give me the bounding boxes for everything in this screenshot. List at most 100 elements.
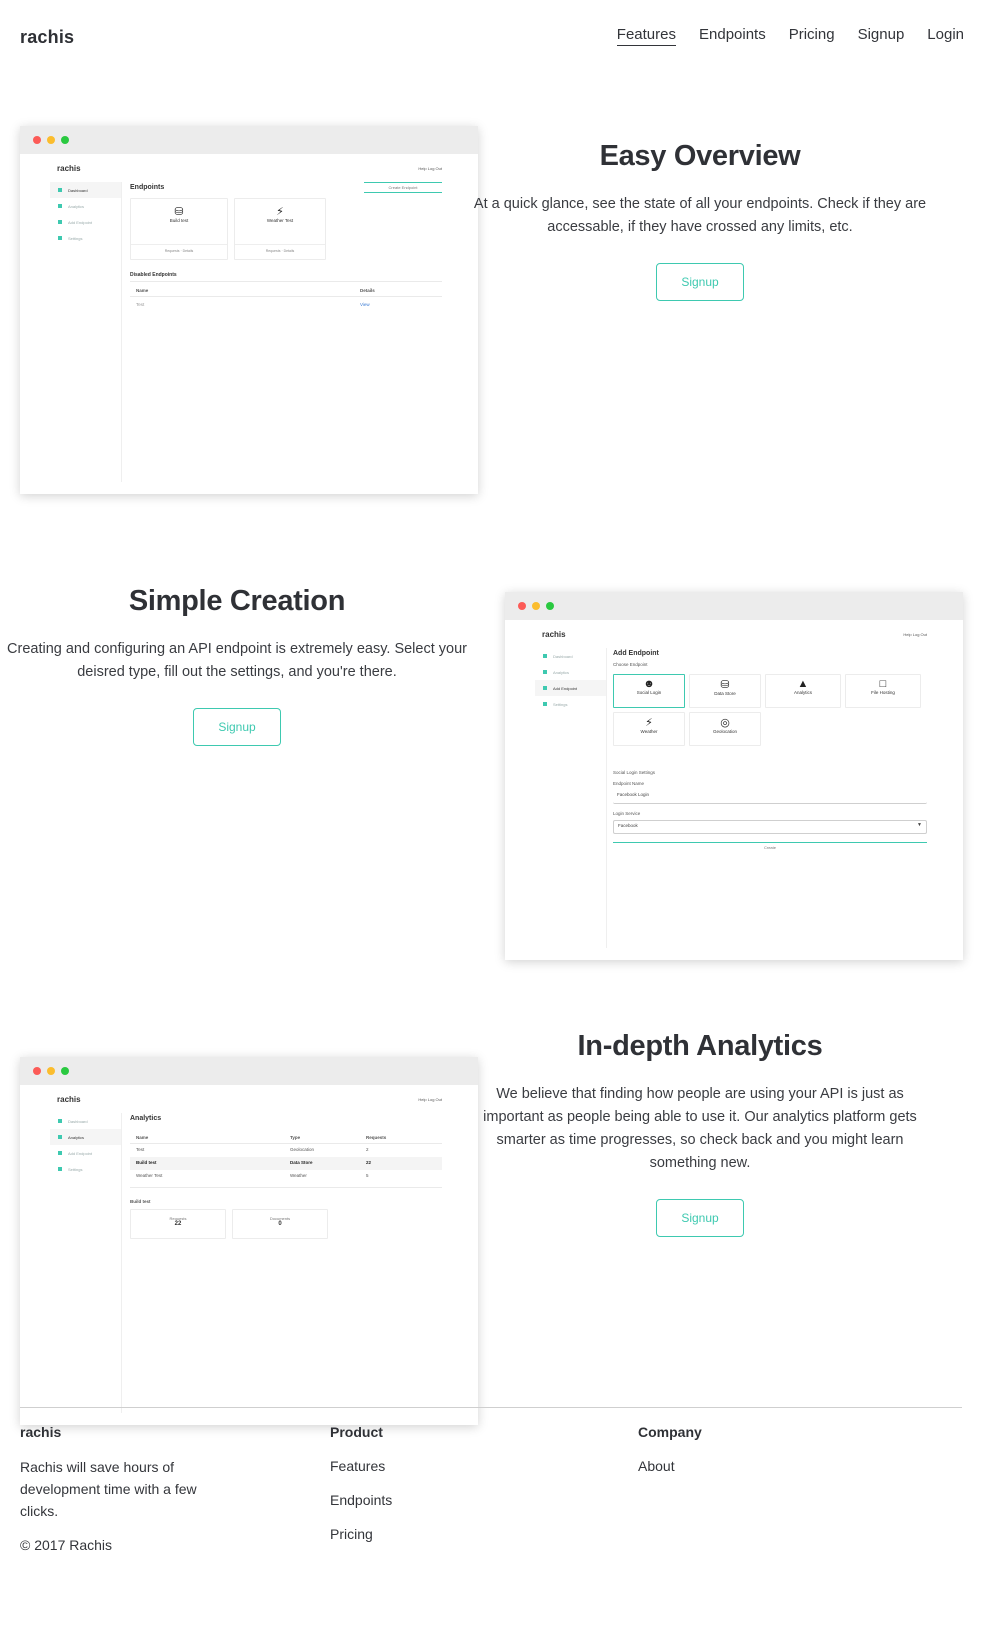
mock-type-card: □ File Hosting	[845, 674, 921, 708]
nav-pricing[interactable]: Pricing	[789, 26, 835, 46]
mock-table-cell: View	[360, 302, 370, 307]
mock-table-header: Name	[136, 288, 149, 293]
mock-name-input: Facebook Login	[613, 790, 927, 804]
mock-table-header: Name	[136, 1135, 149, 1140]
mock-detail-heading: Build test	[130, 1199, 151, 1204]
feature-title: Simple Creation	[128, 585, 346, 617]
mock-table-cell: Data Store	[290, 1160, 313, 1165]
footer-link-endpoints[interactable]: Endpoints	[330, 1492, 530, 1508]
users-icon: ☻	[643, 678, 655, 690]
mock-brand: rachis	[542, 630, 566, 639]
footer-product-column: Product Features Endpoints Pricing	[330, 1424, 530, 1542]
mock-sidebar: Dashboard Analytics Add Endpoint Setting…	[50, 1113, 122, 1413]
footer-link-about[interactable]: About	[638, 1458, 838, 1474]
footer-link-pricing[interactable]: Pricing	[330, 1526, 530, 1542]
window-close-dot	[33, 136, 41, 144]
nav-signup[interactable]: Signup	[858, 26, 905, 46]
mock-type-card: ◎ Geolocation	[689, 712, 761, 746]
mock-service-label: Login Service	[613, 811, 641, 816]
mock-disabled-heading: Disabled Endpoints	[130, 272, 177, 278]
mock-sidebar: Dashboard Analytics Add Endpoint Setting…	[50, 182, 122, 482]
analytics-screenshot: rachis Help Log Out Dashboard Analytics …	[20, 1057, 478, 1425]
mock-table-header: Details	[360, 288, 375, 293]
mock-stat-card: Requests 22	[130, 1209, 226, 1239]
mock-top-links: Help Log Out	[418, 166, 442, 171]
mock-sidebar-item: Add Endpoint	[50, 1145, 121, 1161]
mock-sidebar-item: Dashboard	[50, 182, 121, 198]
signup-button[interactable]: Signup	[656, 263, 744, 301]
feature-description: Creating and configuring an API endpoint…	[7, 641, 467, 680]
mock-top-links: Help Log Out	[418, 1097, 442, 1102]
mock-table-cell: Test	[136, 1147, 145, 1152]
footer-tagline: Rachis will save hours of development ti…	[20, 1459, 197, 1519]
signup-button[interactable]: Signup	[193, 708, 281, 746]
footer-copyright: © 2017 Rachis	[20, 1537, 113, 1553]
mock-sidebar-item: Dashboard	[50, 1113, 121, 1129]
dashboard-icon	[543, 654, 547, 658]
mock-type-card: ☻ Social Login	[613, 674, 685, 708]
mock-endpoint-card: ⚡ Weather Test Requests · Details	[234, 198, 326, 260]
mock-table-cell: 22	[366, 1160, 372, 1165]
mock-sidebar-item: Analytics	[535, 664, 606, 680]
chevron-down-icon: ▼	[917, 822, 922, 828]
top-nav: Features Endpoints Pricing Signup Login	[594, 26, 964, 46]
mock-table-header: Type	[290, 1135, 301, 1140]
mock-table-cell: 5	[366, 1173, 369, 1178]
window-maximize-dot	[546, 602, 554, 610]
divider	[130, 281, 442, 282]
mock-main: Analytics Name Type Requests Test Geoloc…	[130, 1113, 442, 1413]
nav-login[interactable]: Login	[927, 26, 964, 46]
bolt-icon: ⚡	[645, 717, 653, 729]
mock-subheading: Choose Endpoint	[613, 662, 648, 667]
mock-brand: rachis	[57, 164, 81, 173]
dashboard-icon	[58, 1119, 62, 1123]
footer-divider	[20, 1407, 962, 1408]
gear-icon	[543, 702, 547, 706]
divider	[130, 296, 442, 297]
gear-icon	[58, 1167, 62, 1171]
mock-sidebar: Dashboard Analytics Add Endpoint Setting…	[535, 648, 607, 948]
window-minimize-dot	[47, 1067, 55, 1075]
creation-feature: Simple Creation Creating and configuring…	[7, 585, 467, 746]
mock-create-button: Create	[613, 842, 927, 852]
signup-button[interactable]: Signup	[656, 1199, 744, 1237]
analytics-icon	[58, 204, 62, 208]
site-logo[interactable]: rachis	[20, 27, 74, 48]
footer-company-heading: Company	[638, 1424, 702, 1440]
mock-type-card: ⚡ Weather	[613, 712, 685, 746]
mock-settings-heading: Social Login Settings	[613, 770, 656, 775]
mock-table-cell: 2	[366, 1147, 369, 1152]
mock-heading: Add Endpoint	[613, 650, 659, 657]
mock-heading: Endpoints	[130, 184, 165, 191]
window-maximize-dot	[61, 136, 69, 144]
feature-title: Easy Overview	[599, 140, 801, 172]
window-close-dot	[518, 602, 526, 610]
mock-top-links: Help Log Out	[903, 632, 927, 637]
nav-features[interactable]: Features	[616, 26, 676, 46]
mock-create-button: Create Endpoint	[364, 182, 442, 193]
window-minimize-dot	[47, 136, 55, 144]
footer-link-features[interactable]: Features	[330, 1458, 530, 1474]
mock-type-card: ⛁ Data Store	[689, 674, 761, 708]
mock-sidebar-item: Add Endpoint	[50, 214, 121, 230]
database-icon: ⛁	[720, 679, 730, 691]
analytics-feature: In-depth Analytics We believe that findi…	[470, 1030, 930, 1237]
mock-sidebar-item: Analytics	[50, 1129, 121, 1145]
overview-feature: Easy Overview At a quick glance, see the…	[470, 140, 930, 301]
divider	[130, 1187, 442, 1188]
nav-endpoints[interactable]: Endpoints	[699, 26, 766, 46]
window-minimize-dot	[532, 602, 540, 610]
mock-sidebar-item: Settings	[50, 230, 121, 246]
database-icon: ⛁	[174, 206, 184, 218]
mock-name-label: Endpoint Name	[613, 781, 645, 786]
add-icon	[543, 686, 547, 690]
analytics-icon	[543, 670, 547, 674]
footer-brand-column: rachis Rachis will save hours of develop…	[20, 1424, 220, 1556]
window-close-dot	[33, 1067, 41, 1075]
gear-icon	[58, 236, 62, 240]
mock-table-cell: Weather	[290, 1173, 307, 1178]
mock-sidebar-item: Add Endpoint	[535, 680, 606, 696]
mock-endpoint-card: ⛁ Build test Requests · Details	[130, 198, 228, 260]
mock-main: Endpoints Create Endpoint ⛁ Build test R…	[130, 182, 442, 482]
dashboard-icon	[58, 188, 62, 192]
